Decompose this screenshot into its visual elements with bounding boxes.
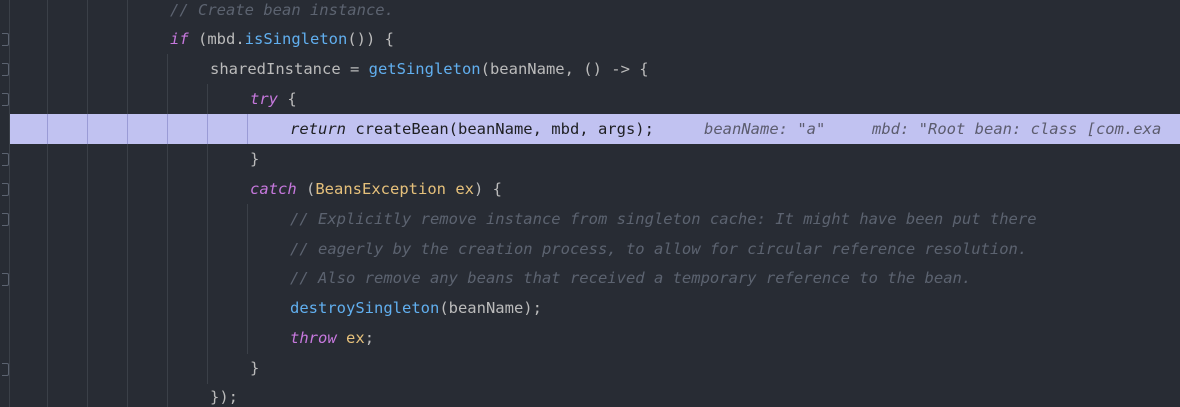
method-token: getSingleton bbox=[368, 60, 481, 78]
code-text: // eagerly by the creation process, to a… bbox=[290, 234, 1027, 264]
editor-gutter[interactable] bbox=[0, 0, 10, 407]
identifier-token bbox=[446, 180, 455, 198]
identifier-token: }); bbox=[210, 388, 238, 406]
indent-guide bbox=[207, 114, 208, 144]
code-line[interactable]: }); bbox=[0, 382, 1180, 407]
comment-token: // eagerly by the creation process, to a… bbox=[290, 240, 1028, 258]
keyword-token: throw bbox=[290, 329, 337, 347]
type-token: BeansException bbox=[315, 180, 446, 198]
code-text: return createBean(beanName, mbd, args); bbox=[290, 114, 654, 144]
code-text: try { bbox=[250, 84, 297, 114]
identifier-token: { bbox=[278, 90, 297, 108]
identifier-token: (beanName); bbox=[439, 299, 542, 317]
variable-token: ex bbox=[455, 180, 475, 198]
code-line[interactable]: sharedInstance = getSingleton(beanName, … bbox=[0, 54, 1180, 84]
code-text: } bbox=[250, 144, 259, 174]
identifier-token bbox=[337, 329, 346, 347]
identifier-token: createBean(beanName, mbd, args); bbox=[346, 120, 654, 138]
code-line[interactable]: } bbox=[0, 353, 1180, 383]
code-line[interactable]: try { bbox=[0, 84, 1180, 114]
code-line[interactable]: // Explicitly remove instance from singl… bbox=[0, 204, 1180, 234]
code-text: destroySingleton(beanName); bbox=[290, 293, 542, 323]
indent-guide bbox=[167, 114, 168, 144]
code-text: throw ex; bbox=[290, 323, 374, 353]
comment-token: // Explicitly remove instance from singl… bbox=[290, 210, 1037, 228]
fold-marker-icon[interactable] bbox=[2, 183, 9, 196]
code-text: // Also remove any beans that received a… bbox=[290, 263, 971, 293]
code-text: // Explicitly remove instance from singl… bbox=[290, 204, 1037, 234]
identifier-token: ) { bbox=[474, 180, 503, 198]
keyword-token: return bbox=[290, 120, 346, 138]
fold-marker-icon[interactable] bbox=[2, 33, 9, 46]
indent-guide bbox=[247, 114, 248, 144]
fold-marker-icon[interactable] bbox=[2, 273, 9, 286]
debugger-inline-value[interactable]: mbd: "Root bean: class [com.exa bbox=[872, 114, 1161, 144]
comment-token: // Also remove any beans that received a… bbox=[290, 269, 972, 287]
code-text: // Create bean instance. bbox=[170, 0, 394, 25]
debugger-inline-value[interactable]: beanName: "a" bbox=[704, 114, 825, 144]
method-token: destroySingleton bbox=[290, 299, 440, 317]
code-text: } bbox=[250, 353, 259, 383]
code-text: catch (BeansException ex) { bbox=[250, 174, 502, 204]
identifier-token: } bbox=[250, 150, 260, 168]
code-text: if (mbd.isSingleton()) { bbox=[170, 24, 394, 54]
keyword-token: if bbox=[170, 30, 189, 48]
code-line[interactable]: catch (BeansException ex) { bbox=[0, 174, 1180, 204]
code-line[interactable]: if (mbd.isSingleton()) { bbox=[0, 24, 1180, 54]
method-token: isSingleton bbox=[244, 30, 348, 48]
fold-marker-icon[interactable] bbox=[2, 93, 9, 106]
indent-guide bbox=[127, 114, 128, 144]
indent-guide bbox=[47, 114, 48, 144]
indent-guide bbox=[87, 114, 88, 144]
code-text: sharedInstance = getSingleton(beanName, … bbox=[210, 54, 649, 84]
code-text: }); bbox=[210, 382, 238, 407]
code-line[interactable]: throw ex; bbox=[0, 323, 1180, 353]
comment-token: // Create bean instance. bbox=[170, 1, 394, 19]
keyword-token: catch bbox=[250, 180, 297, 198]
fold-marker-icon[interactable] bbox=[2, 153, 9, 166]
identifier-token: (beanName, () -> { bbox=[480, 60, 649, 78]
identifier-token: sharedInstance = bbox=[210, 60, 369, 78]
identifier-token: } bbox=[250, 359, 260, 377]
identifier-token: ; bbox=[364, 329, 375, 347]
code-line[interactable]: // Create bean instance. bbox=[0, 0, 1180, 25]
fold-marker-icon[interactable] bbox=[2, 63, 9, 76]
code-line[interactable]: // Also remove any beans that received a… bbox=[0, 263, 1180, 293]
code-line[interactable]: } bbox=[0, 144, 1180, 174]
code-line[interactable]: // eagerly by the creation process, to a… bbox=[0, 234, 1180, 264]
fold-marker-icon[interactable] bbox=[2, 213, 9, 226]
keyword-token: try bbox=[250, 90, 278, 108]
variable-token: ex bbox=[346, 329, 365, 347]
current-execution-line[interactable]: return createBean(beanName, mbd, args); … bbox=[0, 114, 1180, 144]
code-editor[interactable]: // Create bean instance. if (mbd.isSingl… bbox=[0, 0, 1180, 407]
identifier-token: (mbd. bbox=[188, 30, 245, 48]
identifier-token: ()) { bbox=[347, 30, 394, 48]
fold-marker-icon[interactable] bbox=[2, 363, 9, 376]
code-line[interactable]: destroySingleton(beanName); bbox=[0, 293, 1180, 323]
identifier-token: ( bbox=[296, 180, 316, 198]
